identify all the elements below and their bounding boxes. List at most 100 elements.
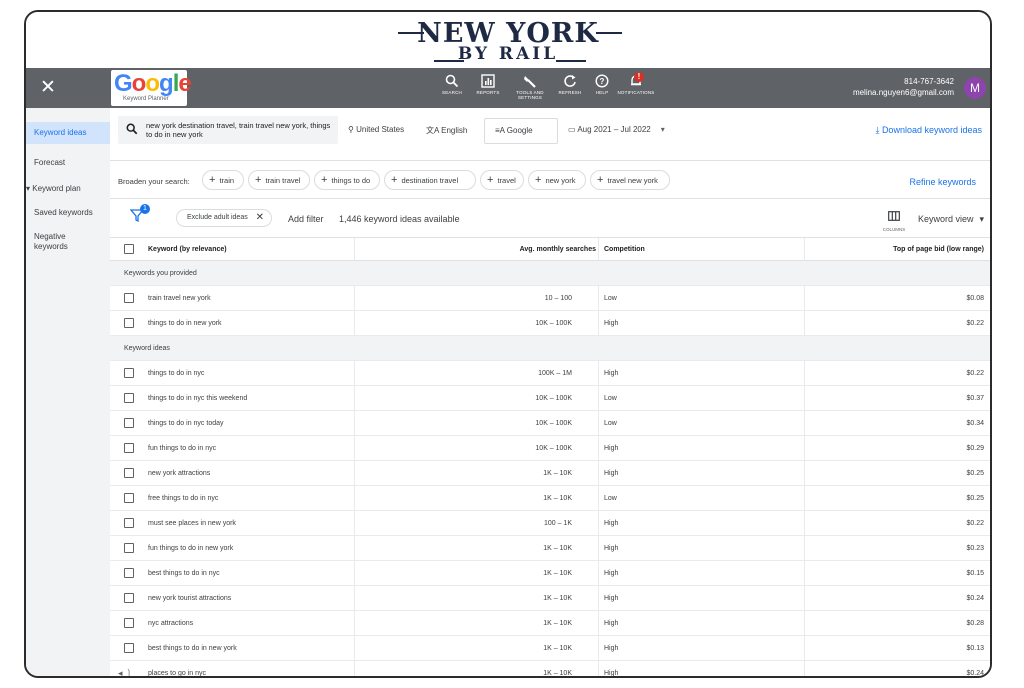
table-row[interactable]: best things to do in new york 1K – 10K Hig… xyxy=(110,636,990,661)
cell-bid: $0.23 xyxy=(966,545,984,552)
cell-searches: 1K – 10K xyxy=(543,545,572,552)
header-competition[interactable]: Competition xyxy=(604,246,645,253)
row-checkbox[interactable] xyxy=(124,293,134,303)
table-row[interactable]: fun things to do in nyc 10K – 100K High $0.… xyxy=(110,436,990,461)
columns-button[interactable]: COLUMNS xyxy=(880,208,908,232)
cell-bid: $0.22 xyxy=(966,320,984,327)
close-icon[interactable]: ✕ xyxy=(36,77,60,99)
language-filter[interactable]: 文A English xyxy=(426,125,467,136)
download-keyword-ideas-button[interactable]: ⤓ Download keyword ideas xyxy=(875,125,982,136)
divider xyxy=(110,160,990,161)
broaden-chip-train-travel[interactable]: + train travel xyxy=(248,170,310,190)
row-checkbox[interactable] xyxy=(124,543,134,553)
row-checkbox[interactable] xyxy=(124,443,134,453)
location-filter[interactable]: ⚲ United States xyxy=(348,125,404,134)
cell-searches: 1K – 10K xyxy=(543,570,572,577)
cell-competition: High xyxy=(604,620,619,627)
logo-subtitle: Keyword Planner xyxy=(123,96,169,102)
row-checkbox[interactable] xyxy=(124,518,134,528)
cell-bid: $0.25 xyxy=(966,470,984,477)
chevron-down-icon: ▾ xyxy=(660,125,665,134)
sidebar-item-forecast[interactable]: Forecast xyxy=(26,158,110,168)
column-separator xyxy=(354,238,355,262)
row-checkbox[interactable] xyxy=(124,368,134,378)
plus-icon: + xyxy=(209,174,216,186)
table-row[interactable]: nyc attractions 1K – 10K High $0.28 xyxy=(110,611,990,636)
cell-searches: 1K – 10K xyxy=(543,620,572,627)
sidebar-item-negative-keywords[interactable]: Negative keywords xyxy=(26,232,86,252)
row-checkbox[interactable] xyxy=(124,318,134,328)
table-row[interactable]: things to do in new york 10K – 100K High $0… xyxy=(110,311,990,336)
table-row[interactable]: things to do in nyc this weekend 10K – 10… xyxy=(110,386,990,411)
broaden-chip-new-york[interactable]: + new york xyxy=(528,170,586,190)
row-checkbox[interactable] xyxy=(124,593,134,603)
broaden-chip-travel[interactable]: + travel xyxy=(480,170,524,190)
columns-icon xyxy=(888,211,900,221)
row-checkbox[interactable] xyxy=(124,468,134,478)
cell-competition: Low xyxy=(604,420,617,427)
reports-tool-button[interactable]: REPORTS xyxy=(466,72,510,106)
table-row[interactable]: must see places in new york 100 – 1K High $… xyxy=(110,511,990,536)
google-logo[interactable]: Google Keyword Planner xyxy=(111,70,192,106)
column-separator xyxy=(354,361,355,386)
row-checkbox[interactable] xyxy=(124,618,134,628)
column-separator xyxy=(598,611,599,636)
row-checkbox[interactable] xyxy=(124,493,134,503)
date-range-select[interactable]: ▭ Aug 2021 – Jul 2022 ▾ xyxy=(568,125,665,134)
header-searches[interactable]: Avg. monthly searches xyxy=(520,246,596,253)
cell-competition: Low xyxy=(604,295,617,302)
add-filter-button[interactable]: Add filter xyxy=(288,214,324,224)
cell-competition: High xyxy=(604,595,619,602)
table-row[interactable]: things to do in nyc 100K – 1M High $0.22 xyxy=(110,361,990,386)
column-separator xyxy=(804,311,805,336)
column-separator xyxy=(804,536,805,561)
plus-icon: + xyxy=(391,174,398,186)
notifications-tool-button[interactable]: ! NOTIFICATIONS xyxy=(610,72,662,106)
broaden-chip-things-to-do[interactable]: + things to do xyxy=(314,170,380,190)
refine-keywords-button[interactable]: Refine keywords xyxy=(909,177,976,187)
row-checkbox[interactable] xyxy=(124,568,134,578)
cell-searches: 1K – 10K xyxy=(543,670,572,677)
table-row[interactable]: new york attractions 1K – 10K High $0.25 xyxy=(110,461,990,486)
row-checkbox[interactable] xyxy=(124,418,134,428)
cell-keyword: train travel new york xyxy=(148,295,211,302)
sidebar-item-saved-keywords[interactable]: Saved keywords xyxy=(26,208,110,218)
cell-searches: 10K – 100K xyxy=(535,395,572,402)
table-row[interactable]: free things to do in nyc 1K – 10K Low $0.25 xyxy=(110,486,990,511)
close-icon[interactable]: ✕ xyxy=(256,210,264,226)
row-checkbox[interactable] xyxy=(124,393,134,403)
cell-keyword: fun things to do in nyc xyxy=(148,445,217,452)
table-row[interactable]: new york tourist attractions 1K – 10K High… xyxy=(110,586,990,611)
avatar[interactable]: M xyxy=(964,77,986,99)
search-input[interactable]: new york destination travel, train trave… xyxy=(118,116,338,144)
broaden-chip-destination-travel[interactable]: + destination travel xyxy=(384,170,476,190)
table-row[interactable]: train travel new york 10 – 100 Low $0.08 xyxy=(110,286,990,311)
broaden-label: Broaden your search: xyxy=(118,177,190,186)
search-engine-select[interactable]: ≡A Google xyxy=(484,118,558,144)
location-pin-icon: ⚲ xyxy=(348,125,357,134)
main-panel: new york destination travel, train trave… xyxy=(110,108,990,677)
top-bar: ✕ Google Keyword Planner SEARCH REPORTS … xyxy=(26,68,990,108)
header-keyword[interactable]: Keyword (by relevance) xyxy=(148,246,227,253)
broaden-chip-travel-new-york[interactable]: + travel new york xyxy=(590,170,670,190)
column-separator xyxy=(354,611,355,636)
select-all-checkbox[interactable] xyxy=(124,244,134,254)
column-separator xyxy=(804,511,805,536)
broaden-chip-train[interactable]: + train xyxy=(202,170,244,190)
table-row[interactable]: ◂ ❳ places to go in nyc 1K – 10K High $0.24 xyxy=(110,661,990,677)
table-row[interactable]: fun things to do in new york 1K – 10K High… xyxy=(110,536,990,561)
column-separator xyxy=(804,386,805,411)
row-checkbox[interactable] xyxy=(124,643,134,653)
keyword-view-select[interactable]: Keyword view ▾ xyxy=(918,214,984,225)
exclude-adult-chip[interactable]: Exclude adult ideas ✕ xyxy=(176,209,272,227)
search-text: new york destination travel, train trave… xyxy=(146,121,331,139)
account-info[interactable]: 814-767-3642 melina.nguyen6@gmail.com xyxy=(853,76,954,98)
sidebar-item-keyword-plan[interactable]: ▾ Keyword plan xyxy=(26,184,110,194)
table-row[interactable]: things to do in nyc today 10K – 100K Low $0… xyxy=(110,411,990,436)
header-bid[interactable]: Top of page bid (low range) xyxy=(893,246,984,253)
plus-icon: + xyxy=(597,174,604,186)
sidebar-item-keyword-ideas[interactable]: Keyword ideas xyxy=(26,122,110,144)
table-row[interactable]: best things to do in nyc 1K – 10K High $0.1… xyxy=(110,561,990,586)
tools-settings-button[interactable]: TOOLS AND SETTINGS xyxy=(508,72,552,106)
scroll-left-icon[interactable]: ◂ ❳ xyxy=(118,668,133,676)
